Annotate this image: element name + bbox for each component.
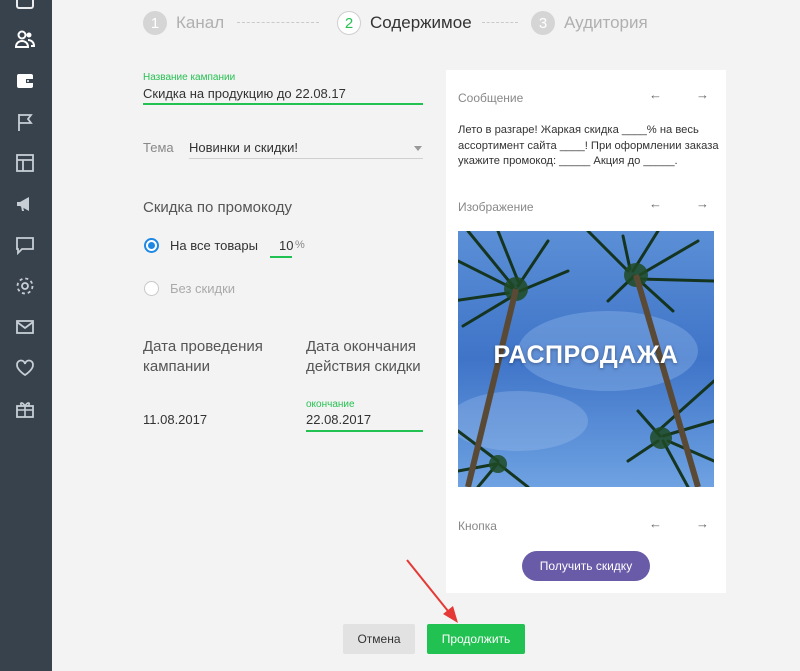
mail-icon[interactable]	[13, 315, 37, 339]
step-number: 3	[531, 11, 555, 35]
button-label: Кнопка	[458, 519, 497, 533]
end-date-input[interactable]: 22.08.2017	[306, 412, 371, 427]
end-date-heading: Дата окончания действия скидки	[306, 337, 421, 377]
heart-icon[interactable]	[13, 356, 37, 380]
step-divider	[482, 22, 518, 23]
wallet-icon[interactable]	[13, 69, 37, 93]
end-date-heading-line: действия скидки	[306, 358, 421, 375]
gear-icon[interactable]	[13, 274, 37, 298]
continue-button[interactable]: Продолжить	[427, 624, 525, 654]
radio-all-products-label[interactable]: На все товары	[170, 238, 258, 253]
users-icon[interactable]	[13, 27, 37, 51]
start-date-heading: Дата проведения кампании	[143, 337, 263, 377]
sidebar	[0, 0, 52, 671]
radio-no-discount[interactable]	[144, 281, 159, 296]
campaign-name-label: Название кампании	[143, 72, 236, 83]
percent-unit: %	[295, 239, 305, 251]
get-discount-button[interactable]: Получить скидку	[522, 551, 650, 581]
gift-icon[interactable]	[13, 397, 37, 421]
annotation-arrow-head	[443, 606, 458, 623]
discount-input[interactable]: 10	[279, 238, 293, 253]
image-label: Изображение	[458, 200, 534, 214]
image-next-icon[interactable]: →	[696, 196, 709, 211]
campaign-name-underline	[143, 103, 423, 105]
message-prev-icon[interactable]: ←	[649, 87, 662, 102]
step-label: Содержимое	[370, 13, 472, 32]
step-divider	[237, 22, 319, 23]
layout-icon[interactable]	[13, 151, 37, 175]
message-label: Сообщение	[458, 91, 524, 105]
end-date-label: окончание	[306, 399, 355, 410]
start-date-heading-line: Дата проведения	[143, 338, 263, 355]
step-label: Аудитория	[564, 13, 648, 32]
chevron-down-icon[interactable]	[414, 146, 422, 151]
image-prev-icon[interactable]: ←	[649, 196, 662, 211]
button-prev-icon[interactable]: ←	[649, 516, 662, 531]
megaphone-icon[interactable]	[13, 192, 37, 216]
chat-icon[interactable]	[13, 233, 37, 257]
step-audience[interactable]: 3 Аудитория	[531, 10, 648, 36]
message-text: Лето в разгаре! Жаркая скидка ____% на в…	[458, 124, 719, 167]
step-channel[interactable]: 1 Канал	[143, 10, 224, 36]
discount-underline	[270, 256, 292, 258]
end-date-heading-line: Дата окончания	[306, 338, 417, 355]
cancel-button[interactable]: Отмена	[343, 624, 415, 654]
top-partial-icon[interactable]	[13, 0, 37, 14]
radio-all-products[interactable]	[144, 238, 159, 253]
flag-icon[interactable]	[13, 110, 37, 134]
start-date-heading-line: кампании	[143, 358, 211, 375]
image-sale-text: РАСПРОДАЖА	[493, 341, 679, 369]
step-number: 2	[337, 11, 361, 35]
radio-no-discount-label[interactable]: Без скидки	[170, 281, 235, 296]
promo-heading: Скидка по промокоду	[143, 199, 293, 216]
campaign-name-input[interactable]: Скидка на продукцию до 22.08.17	[143, 86, 346, 101]
sale-image: РАСПРОДАЖА	[458, 231, 714, 487]
step-content[interactable]: 2 Содержимое	[337, 10, 472, 36]
theme-select[interactable]: Новинки и скидки!	[189, 140, 298, 155]
message-next-icon[interactable]: →	[696, 87, 709, 102]
start-date-value[interactable]: 11.08.2017	[143, 412, 207, 427]
step-label: Канал	[176, 13, 225, 32]
theme-label: Тема	[143, 140, 174, 155]
preview-panel: Сообщение ← → Лето в разгаре! Жаркая ски…	[446, 70, 726, 593]
button-next-icon[interactable]: →	[696, 516, 709, 531]
step-number: 1	[143, 11, 167, 35]
theme-underline	[189, 158, 423, 159]
end-date-underline	[306, 430, 423, 432]
